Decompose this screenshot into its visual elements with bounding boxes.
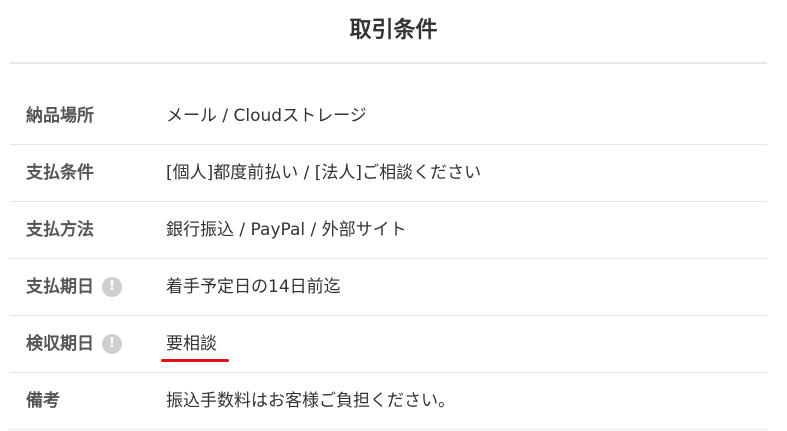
- terms-value: メール / Cloudストレージ: [166, 106, 367, 126]
- terms-label: 支払条件: [26, 145, 94, 201]
- terms-label-text: 備考: [26, 391, 60, 411]
- title-divider: [10, 62, 767, 64]
- terms-table: 納品場所 メール / Cloudストレージ 支払条件 [個人]都度前払い / […: [10, 88, 767, 430]
- page-title: 取引条件: [349, 18, 438, 43]
- terms-row-delivery-location: 納品場所 メール / Cloudストレージ: [10, 88, 767, 145]
- terms-label-text: 納品場所: [26, 106, 94, 126]
- terms-label-text: 支払方法: [26, 220, 94, 240]
- terms-value: 振込手数料はお客様ご負担ください。: [166, 391, 455, 411]
- terms-value: 着手予定日の14日前迄: [166, 277, 341, 297]
- terms-row-acceptance-due: 検収期日 ! 要相談: [10, 316, 767, 373]
- terms-value: [個人]都度前払い / [法人]ご相談ください: [166, 163, 482, 183]
- terms-value-highlighted: 要相談: [161, 316, 229, 372]
- terms-row-notes: 備考 振込手数料はお客様ご負担ください。: [10, 373, 767, 430]
- info-icon[interactable]: !: [102, 334, 122, 354]
- terms-label: 支払方法: [26, 202, 94, 258]
- info-icon[interactable]: !: [102, 277, 122, 297]
- terms-row-payment-terms: 支払条件 [個人]都度前払い / [法人]ご相談ください: [10, 145, 767, 202]
- red-underline-annotation: [161, 359, 229, 362]
- terms-label: 納品場所: [26, 88, 94, 144]
- terms-label-text: 支払期日: [26, 277, 94, 297]
- terms-label: 検収期日 !: [26, 316, 122, 372]
- terms-value: 銀行振込 / PayPal / 外部サイト: [166, 220, 407, 240]
- terms-label-text: 検収期日: [26, 334, 94, 354]
- terms-label-text: 支払条件: [26, 163, 94, 183]
- terms-value-text: 要相談: [166, 334, 217, 354]
- terms-label: 備考: [26, 373, 60, 429]
- terms-row-payment-method: 支払方法 銀行振込 / PayPal / 外部サイト: [10, 202, 767, 259]
- terms-row-payment-due: 支払期日 ! 着手予定日の14日前迄: [10, 259, 767, 316]
- terms-label: 支払期日 !: [26, 259, 122, 315]
